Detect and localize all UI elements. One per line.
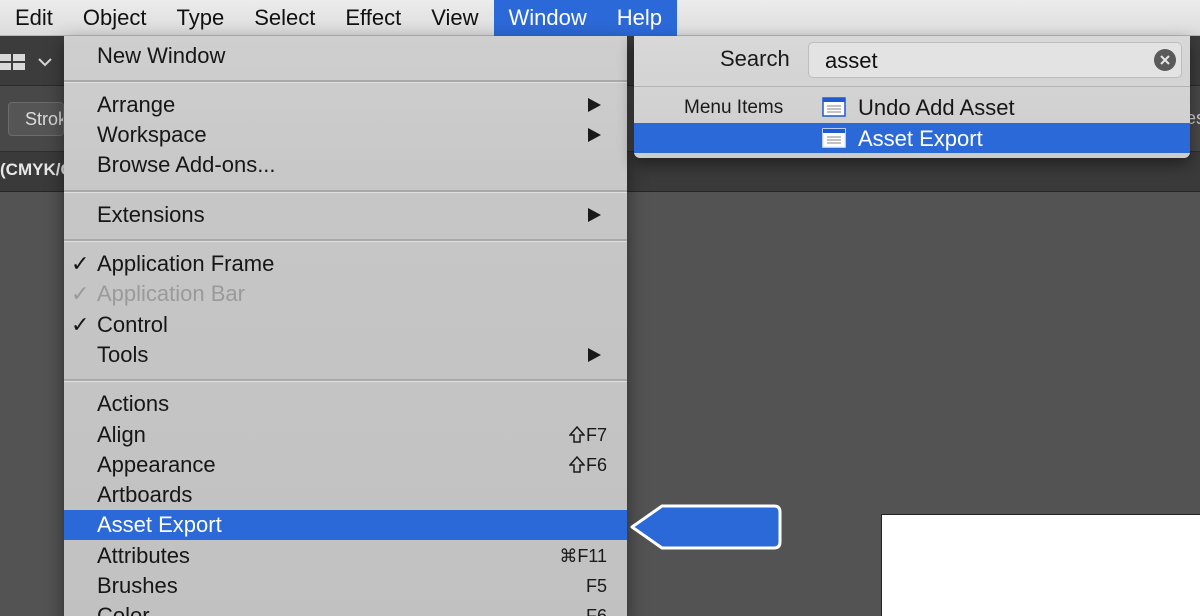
workspace-switcher[interactable] xyxy=(0,52,60,72)
submenu-arrow-icon xyxy=(588,128,601,142)
window-menu: New Window Arrange Workspace Browse Add-… xyxy=(64,36,627,616)
menu-select[interactable]: Select xyxy=(239,0,330,36)
checkmark-icon: ✓ xyxy=(71,251,90,276)
shift-key-icon xyxy=(568,426,585,443)
menu-help[interactable]: Help xyxy=(601,0,678,36)
shortcut-key: F6 xyxy=(585,454,607,475)
checkmark-icon: ✓ xyxy=(71,312,90,337)
menu-item-label: Artboards xyxy=(97,482,193,507)
close-icon xyxy=(1160,55,1170,65)
menu-item-color[interactable]: Color F6 xyxy=(64,601,627,616)
artboard xyxy=(881,514,1200,616)
menu-item-label: Attributes xyxy=(97,543,190,568)
submenu-arrow-icon xyxy=(588,208,601,222)
menu-separator xyxy=(64,379,627,382)
menu-type[interactable]: Type xyxy=(162,0,240,36)
menu-separator xyxy=(64,80,627,83)
search-result-label: Undo Add Asset xyxy=(858,95,1015,120)
submenu-arrow-icon xyxy=(588,98,601,112)
menu-item-artboards[interactable]: Artboards xyxy=(64,480,627,510)
menu-item-asset-export[interactable]: Asset Export xyxy=(64,510,627,540)
stroke-tab[interactable]: Stroke xyxy=(8,102,64,136)
search-result-asset-export[interactable]: Asset Export xyxy=(634,123,1190,153)
menu-item-label: Color xyxy=(97,603,150,616)
menu-item-arrange[interactable]: Arrange xyxy=(64,90,627,120)
menu-shortcut: F7 xyxy=(568,424,607,446)
menu-separator xyxy=(64,239,627,242)
shift-key-icon xyxy=(568,456,585,473)
menu-item-label: Tools xyxy=(97,342,149,367)
clear-search-button[interactable] xyxy=(1154,49,1176,71)
menu-item-icon xyxy=(822,97,846,117)
menu-item-label: Appearance xyxy=(97,452,216,477)
menu-bar: Edit Object Type Select Effect View Wind… xyxy=(0,0,1200,36)
menu-item-new-window[interactable]: New Window xyxy=(64,41,627,71)
menu-item-label: Workspace xyxy=(97,122,207,147)
menu-item-extensions[interactable]: Extensions xyxy=(64,200,627,230)
search-label: Search xyxy=(720,46,790,71)
menu-item-label: Arrange xyxy=(97,92,176,117)
menu-effect[interactable]: Effect xyxy=(330,0,416,36)
help-search-panel: Search Menu Items Undo Add Asset A xyxy=(634,36,1190,158)
menu-item-application-frame[interactable]: ✓ Application Frame xyxy=(64,249,627,279)
menu-view[interactable]: View xyxy=(416,0,493,36)
menu-item-browse-addons[interactable]: Browse Add-ons... xyxy=(64,150,627,180)
grid-layout-icon xyxy=(0,54,52,70)
menu-item-label: Extensions xyxy=(97,202,205,227)
search-result-label: Asset Export xyxy=(858,126,983,151)
menu-item-tools[interactable]: Tools xyxy=(64,340,627,370)
menu-item-attributes[interactable]: Attributes ⌘F11 xyxy=(64,541,627,571)
menu-item-label: Browse Add-ons... xyxy=(97,152,276,177)
menu-item-actions[interactable]: Actions xyxy=(64,389,627,419)
menu-item-label: Align xyxy=(97,422,146,447)
menu-item-label: Brushes xyxy=(97,573,178,598)
menu-item-control[interactable]: ✓ Control xyxy=(64,310,627,340)
menu-item-workspace[interactable]: Workspace xyxy=(64,120,627,150)
menu-item-brushes[interactable]: Brushes F5 xyxy=(64,571,627,601)
menu-shortcut: F5 xyxy=(585,575,607,596)
menu-shortcut: ⌘F11 xyxy=(559,545,607,566)
menu-separator xyxy=(64,190,627,193)
menu-item-label: Application Frame xyxy=(97,251,275,276)
menu-item-align[interactable]: Align F7 xyxy=(64,420,627,450)
menu-object[interactable]: Object xyxy=(68,0,162,36)
menu-shortcut: F6 xyxy=(585,605,607,616)
document-tab[interactable]: (CMYK/GPU Preview) xyxy=(0,156,64,186)
shortcut-key: F7 xyxy=(585,424,607,445)
menu-item-icon xyxy=(822,128,846,148)
menu-item-application-bar: ✓ Application Bar xyxy=(64,279,627,309)
menu-item-label: Control xyxy=(97,312,168,337)
menu-shortcut: F6 xyxy=(568,454,607,476)
search-input[interactable] xyxy=(825,46,1125,76)
search-field[interactable] xyxy=(808,42,1182,78)
menu-window[interactable]: Window xyxy=(493,0,602,36)
checkmark-icon: ✓ xyxy=(71,281,90,306)
help-divider xyxy=(634,86,1190,87)
menu-edit[interactable]: Edit xyxy=(0,0,68,36)
search-result-undo-add-asset[interactable]: Undo Add Asset xyxy=(634,92,1190,122)
submenu-arrow-icon xyxy=(588,348,601,362)
menu-item-label: New Window xyxy=(97,43,226,68)
pointer-arrow-icon xyxy=(630,504,782,550)
menu-item-label: Actions xyxy=(97,391,170,416)
menu-item-label: Asset Export xyxy=(97,512,222,537)
menu-item-label: Application Bar xyxy=(97,281,245,306)
menu-item-appearance[interactable]: Appearance F6 xyxy=(64,450,627,480)
